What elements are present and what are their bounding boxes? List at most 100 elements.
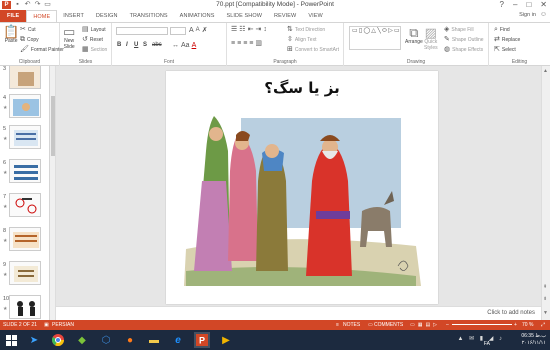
tab-slide-show[interactable]: SLIDE SHOW xyxy=(221,10,269,22)
input-language[interactable]: FA xyxy=(484,341,490,347)
align-text-button[interactable]: ⇳ Align Text xyxy=(287,36,316,43)
app-icon[interactable]: ◆ xyxy=(74,332,90,348)
sign-in-link[interactable]: Sign in xyxy=(519,12,536,18)
tab-home[interactable]: HOME xyxy=(26,10,58,22)
align-buttons[interactable]: ≡ ≡ ≡ ≡ ▥ xyxy=(231,40,262,47)
fit-to-window-icon[interactable]: ⤢ xyxy=(541,322,545,328)
chrome-icon[interactable] xyxy=(50,332,66,348)
telegram-icon[interactable]: ➤ xyxy=(26,332,42,348)
scrollbar-thumb[interactable] xyxy=(51,96,55,156)
zoom-out-icon[interactable]: – xyxy=(446,322,449,328)
thumbnail-image xyxy=(9,125,41,149)
font-size-buttons[interactable]: A A ✗ xyxy=(189,27,208,34)
thumbnail-slide[interactable]: 5 ★ xyxy=(0,124,49,152)
thumbnail-slide[interactable]: 8 ★ xyxy=(0,226,49,254)
section-button[interactable]: ▦ Section xyxy=(82,46,107,53)
bold-button[interactable]: B xyxy=(117,42,121,48)
prev-slide-icon[interactable]: ⇞ xyxy=(543,284,547,290)
tab-animations[interactable]: ANIMATIONS xyxy=(174,10,221,22)
replace-button[interactable]: ⇄ Replace xyxy=(494,36,520,43)
view-buttons[interactable]: ▭▦▤▷ xyxy=(410,322,440,328)
quick-styles-button[interactable]: ▨ Quick Styles xyxy=(424,26,438,51)
tab-view[interactable]: VIEW xyxy=(302,10,328,22)
thumbnail-slide[interactable]: 3 xyxy=(0,66,49,92)
copy-button[interactable]: ⧉ Copy xyxy=(20,36,39,43)
list-buttons[interactable]: ☰ ☷ ⇤ ⇥ ↕ xyxy=(231,26,267,33)
tab-insert[interactable]: INSERT xyxy=(57,10,90,22)
zoom-in-icon[interactable]: + xyxy=(514,322,517,328)
thumbnail-slide[interactable]: 6 ★ xyxy=(0,158,49,186)
user-icon[interactable]: ☺ xyxy=(540,11,547,18)
reset-button[interactable]: ↺ Reset xyxy=(82,36,103,43)
thumbnail-slide[interactable]: 7 ★ xyxy=(0,192,49,220)
thumbnail-art xyxy=(14,130,38,146)
thumbnail-slide[interactable]: 4 ★ xyxy=(0,93,49,121)
layout-button[interactable]: ▤ Layout xyxy=(82,26,106,33)
comments-button[interactable]: COMMENTS xyxy=(374,322,403,328)
shrink-font-icon: A xyxy=(195,27,200,33)
proofing-icon[interactable]: ▣ xyxy=(44,322,49,328)
scroll-down-arrow-icon[interactable]: ▼ xyxy=(543,310,548,316)
minimize-button[interactable]: – xyxy=(513,0,517,9)
tab-file[interactable]: FILE xyxy=(0,10,27,22)
clock[interactable]: 06:35 ب.ظ ۲۰۱۶/۱۱/۱۱ xyxy=(521,333,546,347)
media-player-icon[interactable]: ▶ xyxy=(218,332,234,348)
clear-formatting-icon: ✗ xyxy=(201,27,208,34)
goat xyxy=(360,207,392,247)
reset-icon: ↺ xyxy=(82,36,88,43)
format-painter-button[interactable]: 🖌 Format Painter xyxy=(20,46,64,53)
paste-button[interactable]: 📋 Paste xyxy=(3,25,19,44)
select-arrow-icon: ⇱ xyxy=(494,46,500,53)
close-button[interactable]: ✕ xyxy=(540,0,547,9)
language-indicator[interactable]: PERSIAN xyxy=(52,322,74,328)
strikethrough-button[interactable]: abc xyxy=(152,42,162,48)
slide-scrollbar[interactable]: ▲ ⇞ ⇟ ▼ xyxy=(541,66,550,320)
thumbnail-image xyxy=(9,193,41,217)
help-button[interactable]: ? xyxy=(500,0,504,9)
firefox-icon[interactable]: ● xyxy=(122,332,138,348)
cut-button[interactable]: ✂ Cut xyxy=(20,26,36,33)
powerpoint-taskbar-icon[interactable]: P xyxy=(194,332,210,348)
shadow-button[interactable]: S xyxy=(143,42,147,48)
font-color-buttons[interactable]: ↔ Aa A xyxy=(172,42,196,49)
internet-explorer-icon[interactable]: e xyxy=(170,332,186,348)
zoom-level[interactable]: 70 % xyxy=(522,322,533,328)
file-explorer-icon[interactable]: ▬ xyxy=(146,332,162,348)
italic-button[interactable]: I xyxy=(126,42,128,48)
cut-label: Cut xyxy=(27,26,36,33)
tab-transitions[interactable]: TRANSITIONS xyxy=(124,10,174,22)
network-app-icon[interactable]: ⬡ xyxy=(98,332,114,348)
tab-review[interactable]: REVIEW xyxy=(268,10,302,22)
next-slide-icon[interactable]: ⇟ xyxy=(543,296,547,302)
scissors-icon: ✂ xyxy=(20,26,26,33)
animation-star-icon: ★ xyxy=(3,105,8,111)
restore-button[interactable]: □ xyxy=(526,0,531,9)
scroll-up-arrow-icon[interactable]: ▲ xyxy=(543,68,548,74)
underline-button[interactable]: U xyxy=(134,42,138,48)
shapes-gallery[interactable]: ▭▯◯△╲⬭▷▭↗↘⬠☆{} xyxy=(349,26,401,50)
font-group: A A ✗ B I U S abc ↔ Aa A Font xyxy=(112,23,227,66)
select-button[interactable]: ⇱ Select xyxy=(494,46,516,53)
system-tray-icons[interactable]: ▲ ✉ ▮ ◢ ♪ xyxy=(457,335,504,342)
start-button-icon[interactable] xyxy=(3,332,19,348)
thumbnail-slide[interactable]: 9 ★ xyxy=(0,260,49,288)
notes-button[interactable]: NOTES xyxy=(343,322,360,328)
shape-fill-button[interactable]: ◈ Shape Fill xyxy=(444,26,474,33)
zoom-slider[interactable] xyxy=(452,324,512,325)
font-size-dropdown[interactable] xyxy=(170,27,186,35)
notes-pane[interactable]: Click to add notes xyxy=(56,306,541,320)
smartart-button[interactable]: ⊞ Convert to SmartArt xyxy=(287,46,339,53)
shape-outline-button[interactable]: ✎ Shape Outline xyxy=(444,36,484,43)
thumbnail-slide[interactable]: 10 ★ xyxy=(0,294,49,320)
current-slide[interactable]: بز یا سگ؟ xyxy=(166,71,438,304)
text-direction-button[interactable]: ⇅ Text Direction xyxy=(287,26,325,33)
arrange-button[interactable]: ⧉ Arrange xyxy=(405,26,423,45)
find-button[interactable]: ⌕ Find xyxy=(494,26,510,33)
font-name-dropdown[interactable] xyxy=(116,27,168,35)
slide-illustration[interactable] xyxy=(166,71,438,304)
new-slide-button[interactable]: ▭ New Slide xyxy=(63,25,75,50)
shape-effects-button[interactable]: ◍ Shape Effects xyxy=(444,46,483,53)
align-left-icon: ≡ xyxy=(231,40,236,47)
animation-star-icon: ★ xyxy=(3,306,8,312)
tab-design[interactable]: DESIGN xyxy=(90,10,124,22)
